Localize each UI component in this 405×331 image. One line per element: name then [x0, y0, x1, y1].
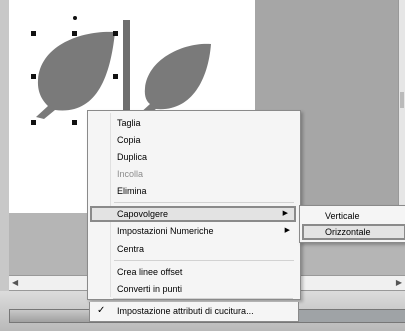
selection-handle-mr[interactable]: [113, 74, 118, 79]
menu-item-label: Incolla: [117, 169, 144, 179]
menu-item-label: Centra: [117, 244, 145, 254]
menu-item-cut[interactable]: Taglia: [90, 115, 296, 131]
rotation-handle[interactable]: [73, 16, 77, 20]
selection-handle-tl[interactable]: [31, 31, 36, 36]
menu-item-center[interactable]: Centra: [90, 241, 296, 257]
menu-item-numeric-settings[interactable]: Impostazioni Numeriche ▶: [90, 223, 296, 239]
checkmark-icon: ✓: [97, 305, 106, 316]
menu-item-paste: Incolla: [90, 166, 296, 182]
selection-handle-tm[interactable]: [72, 31, 77, 36]
menu-item-convert-to-points[interactable]: Converti in punti: [90, 281, 296, 297]
context-menu: Taglia Copia Duplica Incolla Elimina Cap…: [87, 110, 301, 300]
submenu-item-label: Verticale: [325, 211, 360, 221]
menu-item-label: Capovolgere: [117, 209, 169, 219]
submenu-item-horizontal[interactable]: Orizzontale: [302, 224, 405, 240]
menu-item-flip[interactable]: Capovolgere ▶: [90, 206, 296, 222]
submenu-item-label: Orizzontale: [325, 227, 371, 237]
menu-item-copy[interactable]: Copia: [90, 132, 296, 148]
right-leaf-shape: [138, 43, 211, 117]
menu-item-label: Duplica: [117, 152, 148, 162]
menu-item-label: Crea linee offset: [117, 267, 183, 277]
left-leaf-shape: [36, 31, 115, 119]
submenu-item-vertical[interactable]: Verticale: [302, 208, 405, 224]
menu-separator: [114, 202, 294, 203]
menu-item-label: Copia: [117, 135, 141, 145]
menu-separator: [114, 260, 294, 261]
selection-handle-bm[interactable]: [72, 120, 77, 125]
menu-separator: [113, 298, 293, 299]
selection-handle-bl[interactable]: [31, 120, 36, 125]
menu-item-label: Impostazione attributi di cucitura...: [117, 306, 254, 316]
menu-item-duplicate[interactable]: Duplica: [90, 149, 296, 165]
menu-item-label: Taglia: [117, 118, 141, 128]
flip-submenu: Verticale Orizzontale: [299, 205, 405, 243]
submenu-arrow-icon: ▶: [282, 210, 288, 217]
menu-item-delete[interactable]: Elimina: [90, 183, 296, 199]
menu-item-create-offset-lines[interactable]: Crea linee offset: [90, 264, 296, 280]
menu-item-stitch-attributes[interactable]: ✓ Impostazione attributi di cucitura...: [89, 302, 299, 322]
menu-item-label: Impostazioni Numeriche: [117, 226, 214, 236]
submenu-arrow-icon: ▶: [284, 227, 290, 234]
center-divider-line: [123, 20, 130, 115]
menu-item-label: Elimina: [117, 186, 147, 196]
selection-handle-tr[interactable]: [113, 31, 118, 36]
selection-handle-ml[interactable]: [31, 74, 36, 79]
menu-item-label: Converti in punti: [117, 284, 183, 294]
